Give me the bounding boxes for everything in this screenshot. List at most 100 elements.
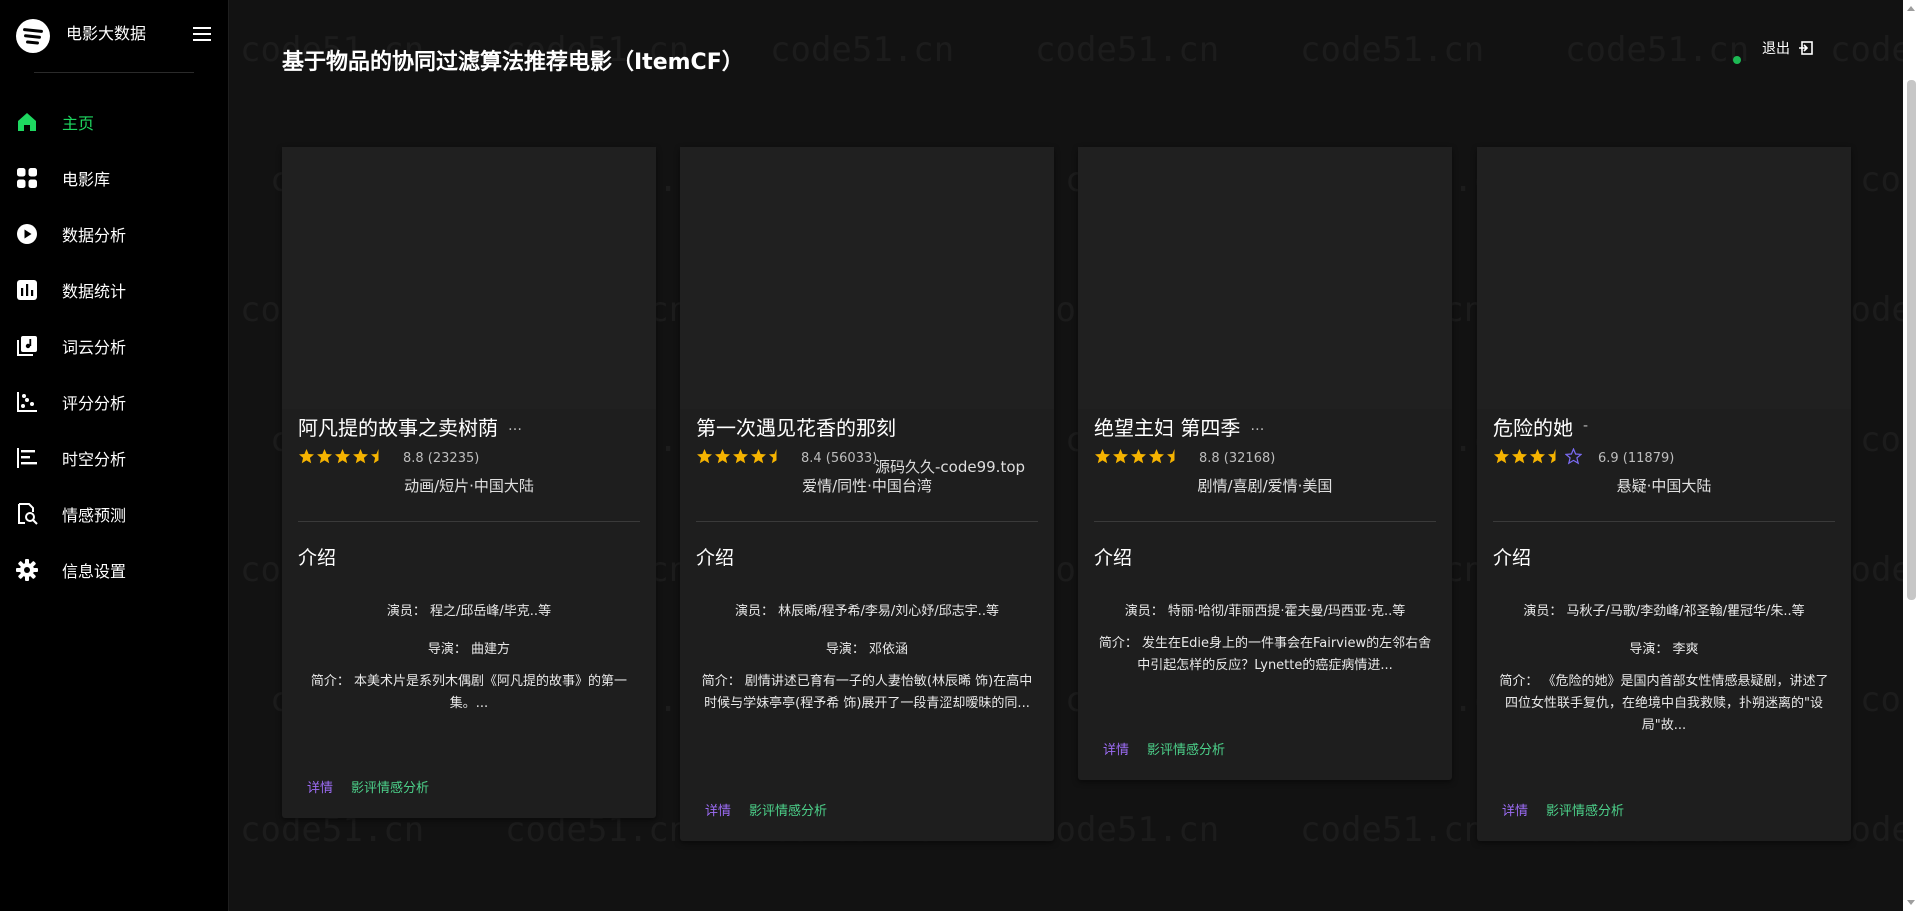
sidebar-item-0[interactable]: 主页 [0,94,229,150]
movie-title-suffix: - [1583,418,1589,434]
movie-title-suffix: … [1250,418,1265,434]
sidebar-item-3[interactable]: 数据统计 [0,262,229,318]
rating-text: 8.4 (56033) [801,450,878,466]
rating-text: 6.9 (11879) [1598,450,1675,466]
movie-rating: 8.8 (23235) [282,445,656,471]
movie-summary: 简介： 《危险的她》是国内首部女性情感悬疑剧，讲述了四位女性联手复仇，在绝境中自… [1499,674,1829,733]
movie-title[interactable]: 第一次遇见花香的那刻 [680,409,1054,443]
movie-card: 绝望主妇 第四季 … 8.8 (32168) 剧情/喜剧/爱情·美国介绍演员： 特丽·… [1078,147,1452,780]
star-icon [352,448,370,469]
detail-link[interactable]: 详情 [298,771,342,802]
sidebar-item-7[interactable]: 情感预测 [0,486,229,542]
gear-icon [15,558,39,582]
timeline-icon [15,446,39,470]
movie-poster[interactable] [282,147,656,409]
movie-poster[interactable] [1078,147,1452,409]
star-icon [1511,448,1529,469]
scroll-up-arrow-icon[interactable] [1907,6,1915,11]
sidebar-item-1[interactable]: 电影库 [0,150,229,206]
watermark-text: code51.cn [1035,810,1219,850]
sidebar-divider [34,72,194,73]
sidebar-item-label: 信息设置 [62,562,127,581]
star-icon [1130,448,1148,469]
sidebar-item-8[interactable]: 信息设置 [0,542,229,598]
intro-heading: 介绍 [1094,547,1133,569]
movie-title-text: 危险的她 [1493,415,1573,440]
sidebar-item-label: 主页 [62,114,95,133]
scroll-down-arrow-icon[interactable] [1907,900,1915,905]
movie-card: 阿凡提的故事之卖树荫 … 8.8 (23235) 动画/短片·中国大陆 介绍 演员： 程之… [282,147,656,818]
star-icon [370,448,388,469]
movie-title[interactable]: 危险的她 - [1477,409,1851,443]
movie-genre: 剧情/喜剧/爱情·美国 [1197,477,1333,495]
play-circle-icon [15,222,39,246]
movie-rating: 8.8 (32168) [1078,445,1452,471]
movie-director: 导演： 曲建方 [427,642,511,657]
movie-actors: 演员： 特丽·哈彻/菲丽西提·霍夫曼/玛西亚·克..等 [1124,604,1406,619]
star-icon [768,448,786,469]
detail-link[interactable]: 详情 [1094,733,1138,764]
watermark-center: 源码久久-code99.top [875,458,1026,476]
movie-summary: 简介： 发生在Edie身上的一件事会在Fairview的左邻右舍中引起怎样的反应… [1098,636,1432,673]
rating-stars [696,448,786,469]
sentiment-analysis-link[interactable]: 影评情感分析 [1138,733,1234,764]
movie-summary: 简介： 本美术片是系列木偶剧《阿凡提的故事》的第一集。... [310,674,628,711]
movie-actors: 演员： 程之/邱岳峰/毕克..等 [386,604,552,619]
sidebar-item-label: 词云分析 [62,338,127,357]
sidebar: 电影大数据 主页电影库数据分析数据统计词云分析评分分析时空分析情感预测信息设置 [0,0,229,911]
sidebar-item-label: 数据统计 [62,282,127,301]
star-icon [1564,446,1583,469]
movie-poster[interactable] [1477,147,1851,409]
grid-icon [15,166,39,190]
card-actions: 详情 影评情感分析 [1493,794,1633,825]
watermark-text: code51.cn [1300,30,1484,70]
card-divider [1094,521,1436,522]
card-actions: 详情 影评情感分析 [696,794,836,825]
rating-text: 8.8 (32168) [1199,450,1276,466]
movie-card: 第一次遇见花香的那刻 8.4 (56033) 爱情/同性·中国台湾 介绍 演员： 林辰晞… [680,147,1054,841]
star-icon [1166,448,1184,469]
watermark-text: code51.cn [1035,30,1219,70]
star-icon [1148,448,1166,469]
movie-card: 危险的她 -6.9 (11879) 悬疑·中国大陆 介绍 演员： 马秋子/马歌/李劲峰/… [1477,147,1851,841]
sidebar-item-5[interactable]: 评分分析 [0,374,229,430]
movie-poster[interactable] [680,147,1054,409]
library-icon [15,334,39,358]
movie-genre: 动画/短片·中国大陆 [404,477,534,495]
sentiment-analysis-link[interactable]: 影评情感分析 [1537,794,1633,825]
logout-button[interactable]: 退出 [1762,38,1814,58]
sidebar-item-label: 时空分析 [62,450,127,469]
star-icon [714,448,732,469]
sentiment-analysis-link[interactable]: 影评情感分析 [342,771,438,802]
sidebar-item-label: 评分分析 [62,394,127,413]
sidebar-item-label: 数据分析 [62,226,127,245]
movie-title-suffix: … [508,418,522,434]
detail-link[interactable]: 详情 [696,794,740,825]
intro-heading: 介绍 [696,547,735,569]
movie-title-text: 第一次遇见花香的那刻 [696,415,896,440]
app-title: 电影大数据 [66,24,147,43]
star-icon [696,448,714,469]
card-divider [298,521,640,522]
watermark-text: code51.cn [770,30,954,70]
sidebar-item-2[interactable]: 数据分析 [0,206,229,262]
rating-stars [298,448,388,469]
star-icon [1094,448,1112,469]
sentiment-analysis-link[interactable]: 影评情感分析 [740,794,836,825]
sidebar-nav: 主页电影库数据分析数据统计词云分析评分分析时空分析情感预测信息设置 [0,94,229,598]
rating-stars [1094,448,1184,469]
movie-title[interactable]: 绝望主妇 第四季… [1078,409,1452,443]
scroll-thumb[interactable] [1907,80,1916,600]
movie-director: 导演： 李爽 [1629,642,1699,657]
page-scrollbar[interactable] [1903,0,1920,911]
movie-title[interactable]: 阿凡提的故事之卖树荫… [282,409,656,443]
movie-genre: 爱情/同性·中国台湾 [802,477,932,495]
star-icon [732,448,750,469]
sidebar-item-6[interactable]: 时空分析 [0,430,229,486]
detail-link[interactable]: 详情 [1493,794,1537,825]
sidebar-item-4[interactable]: 词云分析 [0,318,229,374]
logout-label: 退出 [1762,41,1790,57]
intro-heading: 介绍 [1493,547,1532,569]
movie-director: 导演： 邓依涵 [825,642,909,657]
menu-toggle-icon[interactable] [193,27,211,41]
